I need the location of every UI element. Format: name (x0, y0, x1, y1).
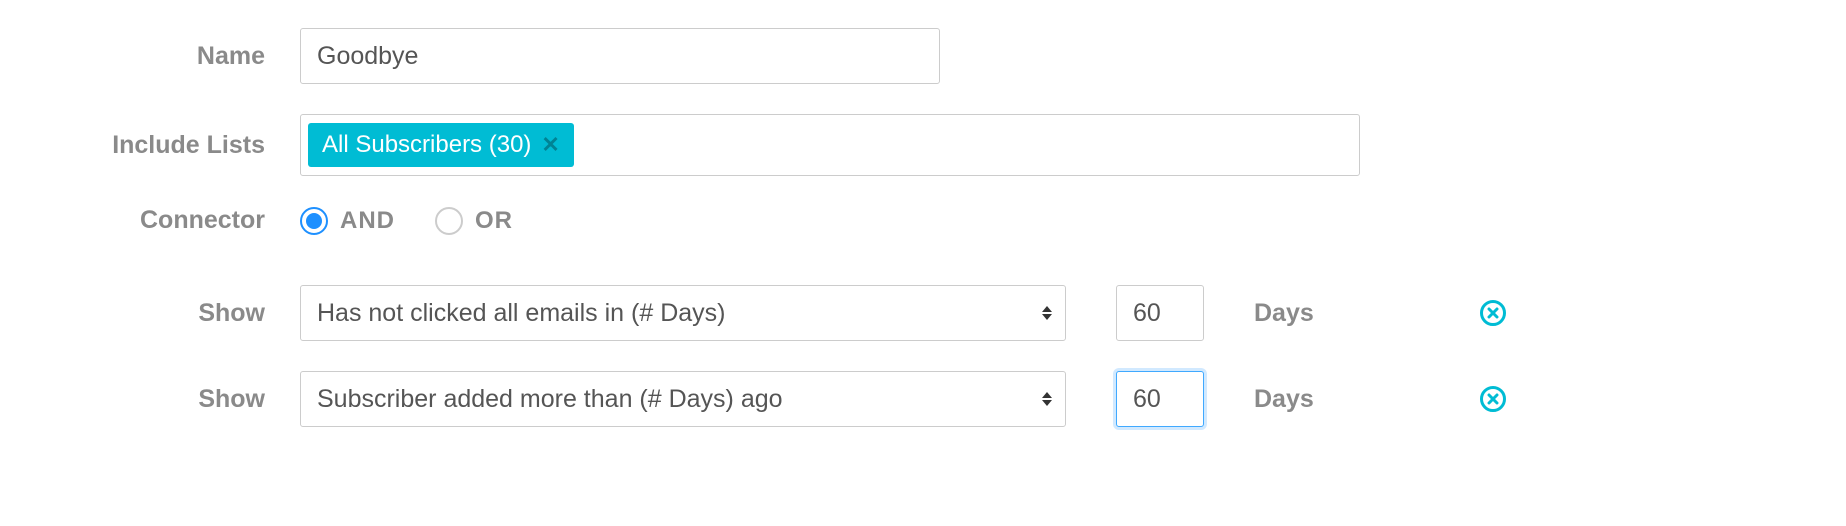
list-tag-label: All Subscribers (30) (322, 131, 531, 159)
days-input-1[interactable] (1116, 285, 1204, 341)
rule-row-1: Show Has not clicked all emails in (# Da… (0, 285, 1846, 341)
close-icon (1487, 307, 1499, 319)
name-row: Name (0, 28, 1846, 84)
condition-select-wrap-2: Subscriber added more than (# Days) ago (300, 371, 1066, 427)
close-icon (1487, 393, 1499, 405)
rule-row-2: Show Subscriber added more than (# Days)… (0, 371, 1846, 427)
list-tag[interactable]: All Subscribers (30) ✕ (308, 123, 574, 167)
days-unit-2: Days (1254, 385, 1374, 414)
days-unit-1: Days (1254, 299, 1374, 328)
radio-icon (435, 207, 463, 235)
connector-label: Connector (0, 206, 300, 235)
remove-rule-button-1[interactable] (1480, 300, 1506, 326)
condition-select-2[interactable]: Subscriber added more than (# Days) ago (300, 371, 1066, 427)
days-input-2[interactable] (1116, 371, 1204, 427)
radio-label-and: AND (340, 207, 395, 235)
condition-select-1[interactable]: Has not clicked all emails in (# Days) (300, 285, 1066, 341)
connector-radio-and[interactable]: AND (300, 207, 395, 235)
connector-row: Connector AND OR (0, 206, 1846, 235)
connector-radio-or[interactable]: OR (435, 207, 513, 235)
name-input[interactable] (300, 28, 940, 84)
show-label-1: Show (0, 299, 300, 328)
remove-rule-button-2[interactable] (1480, 386, 1506, 412)
condition-select-wrap-1: Has not clicked all emails in (# Days) (300, 285, 1066, 341)
remove-tag-icon[interactable]: ✕ (541, 132, 559, 158)
connector-radio-group: AND OR (300, 207, 513, 235)
radio-label-or: OR (475, 207, 513, 235)
radio-icon (300, 207, 328, 235)
name-label: Name (0, 42, 300, 71)
include-lists-label: Include Lists (0, 131, 300, 160)
include-lists-row: Include Lists All Subscribers (30) ✕ (0, 114, 1846, 176)
show-label-2: Show (0, 385, 300, 414)
include-lists-input[interactable]: All Subscribers (30) ✕ (300, 114, 1360, 176)
